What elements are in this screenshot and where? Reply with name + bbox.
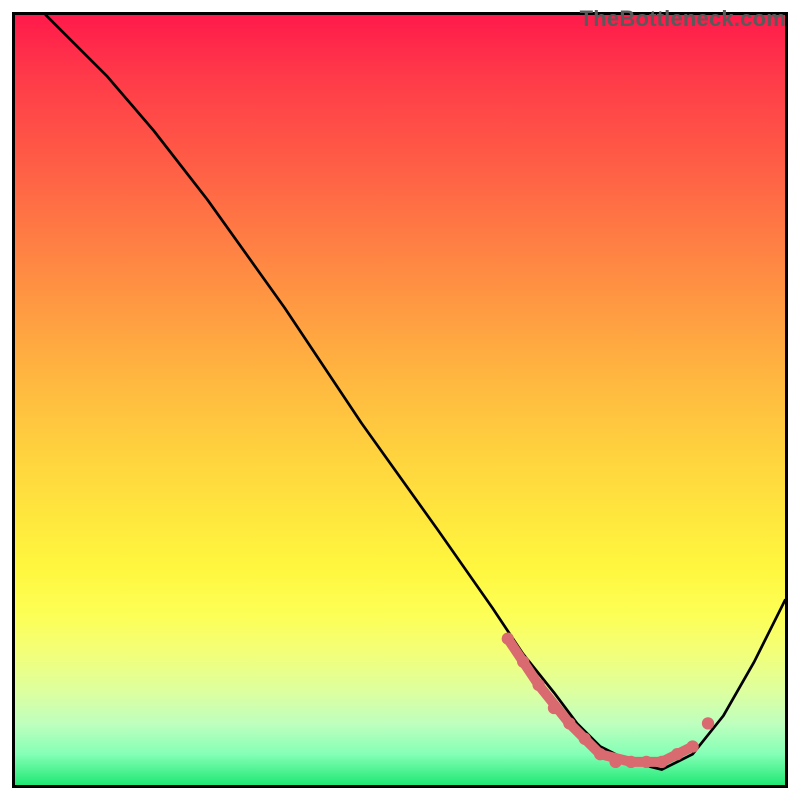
chart-svg	[15, 15, 785, 785]
valley-dot	[502, 633, 514, 645]
chart-container: TheBottleneck.com	[0, 0, 800, 800]
valley-dot	[579, 733, 591, 745]
valley-dot	[609, 756, 621, 768]
bottleneck-curve	[46, 15, 785, 770]
watermark-text: TheBottleneck.com	[580, 6, 786, 32]
valley-dot	[702, 717, 714, 729]
valley-dot	[625, 756, 637, 768]
valley-dot	[671, 748, 683, 760]
valley-dot	[640, 756, 652, 768]
valley-dot	[532, 679, 544, 691]
valley-highlight	[508, 639, 693, 762]
valley-dot	[656, 756, 668, 768]
valley-dot	[686, 740, 698, 752]
valley-dot	[594, 748, 606, 760]
valley-dot	[517, 656, 529, 668]
valley-dot	[563, 717, 575, 729]
valley-dot	[548, 702, 560, 714]
